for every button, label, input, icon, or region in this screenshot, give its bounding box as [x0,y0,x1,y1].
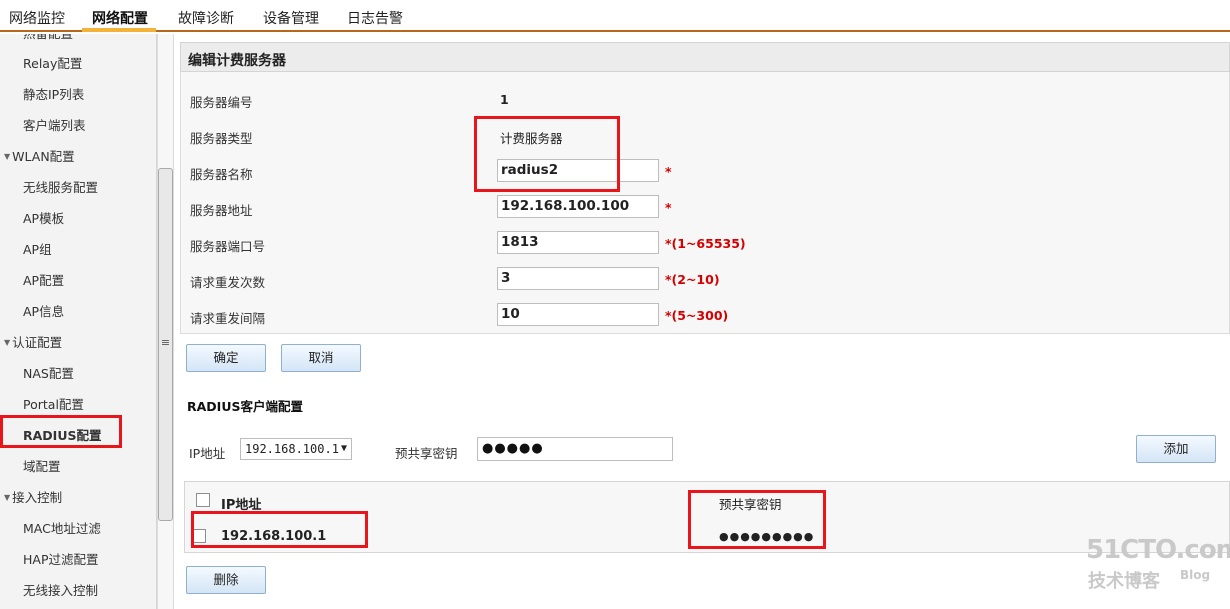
sidebar-item-relay[interactable]: Relay配置 [23,53,82,72]
sidebar-item-static-ip[interactable]: 静态IP列表 [23,84,84,103]
server-port-input[interactable]: 1813 [497,231,659,254]
sidebar-group-label: 认证配置 [12,335,63,350]
sidebar-item-ap-config[interactable]: AP配置 [23,270,64,289]
label-retry-interval: 请求重发间隔 [190,311,266,326]
retry-interval-range-hint: *(5~300) [665,308,729,323]
watermark-line1: 51CTO.com [1086,535,1230,565]
select-all-checkbox[interactable] [196,493,210,507]
add-button[interactable]: 添加 [1136,435,1216,463]
watermark-line3: Blog [1180,568,1211,582]
sidebar-group-label: 接入控制 [12,490,63,505]
sidebar-item-domain[interactable]: 域配置 [23,456,61,475]
server-address-input[interactable]: 192.168.100.100 [497,195,659,218]
page-title: 编辑计费服务器 [188,53,286,69]
watermark-line2: 技术博客 [1088,571,1160,592]
delete-button[interactable]: 删除 [186,566,266,594]
panel-header: 编辑计费服务器 [180,42,1230,72]
highlight-client-ip [191,511,368,548]
tab-log-alarm[interactable]: 日志告警 [347,8,403,28]
active-tab-indicator [82,28,156,32]
ip-address-select[interactable]: 192.168.100.1 ▼ [240,438,352,460]
ip-address-label: IP地址 [189,446,226,461]
collapse-arrow-icon: ▼ [4,338,11,347]
shared-key-input[interactable]: ●●●●● [477,437,673,461]
sidebar-group-access-control[interactable]: ▼ 接入控制 [4,487,62,506]
collapse-arrow-icon: ▼ [4,493,11,502]
sidebar-group-wlan[interactable]: ▼ WLAN配置 [4,146,75,165]
sidebar-item-hap-filter[interactable]: HAP过滤配置 [23,549,99,568]
sidebar-item-wireless-service[interactable]: 无线服务配置 [23,177,98,196]
tab-device-management[interactable]: 设备管理 [263,8,319,28]
server-name-required-mark: * [665,164,672,179]
sidebar-item-portal[interactable]: Portal配置 [23,394,84,413]
highlight-server-name [474,116,620,192]
highlight-radius-sidebar [0,415,122,448]
label-retry-count: 请求重发次数 [190,275,266,290]
radius-client-section-title: RADIUS客户端配置 [187,399,303,414]
scroll-grip-icon: ≡ [160,336,171,349]
sidebar: 热备配置 Relay配置 静态IP列表 客户端列表 ▼WLAN配置 无线服务配置… [0,34,157,609]
label-server-id: 服务器编号 [190,95,253,110]
sidebar-item-ap-template[interactable]: AP模板 [23,208,64,227]
label-server-name: 服务器名称 [190,167,253,182]
retry-count-input[interactable]: 3 [497,267,659,290]
confirm-button[interactable]: 确定 [186,344,266,372]
label-server-port: 服务器端口号 [190,239,266,254]
sidebar-item-ap-group[interactable]: AP组 [23,239,52,258]
retry-interval-input[interactable]: 10 [497,303,659,326]
server-form [180,72,1230,334]
sidebar-item-nas[interactable]: NAS配置 [23,363,74,382]
sidebar-item-wireless-access-control[interactable]: 无线接入控制 [23,580,98,599]
sidebar-group-auth[interactable]: ▼ 认证配置 [4,332,62,351]
watermark-logo: 51CTO.com 技术博客 Blog [1086,535,1230,595]
top-nav: 网络监控 网络配置 故障诊断 设备管理 日志告警 [0,0,1230,32]
sidebar-item-ap-info[interactable]: AP信息 [23,301,64,320]
ip-address-selected: 192.168.100.1 [245,442,339,456]
sidebar-item-hot-standby[interactable]: 热备配置 [23,34,73,42]
collapse-arrow-icon: ▼ [4,152,11,161]
value-server-id: 1 [500,92,509,107]
shared-key-label: 预共享密钥 [395,446,458,461]
label-server-type: 服务器类型 [190,131,253,146]
tab-network-monitor[interactable]: 网络监控 [9,8,65,28]
retry-count-range-hint: *(2~10) [665,272,720,287]
server-address-required-mark: * [665,200,672,215]
sidebar-group-label: WLAN配置 [12,149,75,164]
cancel-button[interactable]: 取消 [281,344,361,372]
label-server-address: 服务器地址 [190,203,253,218]
chevron-down-icon: ▼ [340,443,347,454]
tab-network-config[interactable]: 网络配置 [92,8,148,28]
server-port-range-hint: *(1~65535) [665,236,746,251]
sidebar-item-mac-filter[interactable]: MAC地址过滤 [23,518,101,537]
tab-fault-diagnosis[interactable]: 故障诊断 [178,8,234,28]
highlight-shared-key [688,490,826,549]
sidebar-item-client-list[interactable]: 客户端列表 [23,115,86,134]
